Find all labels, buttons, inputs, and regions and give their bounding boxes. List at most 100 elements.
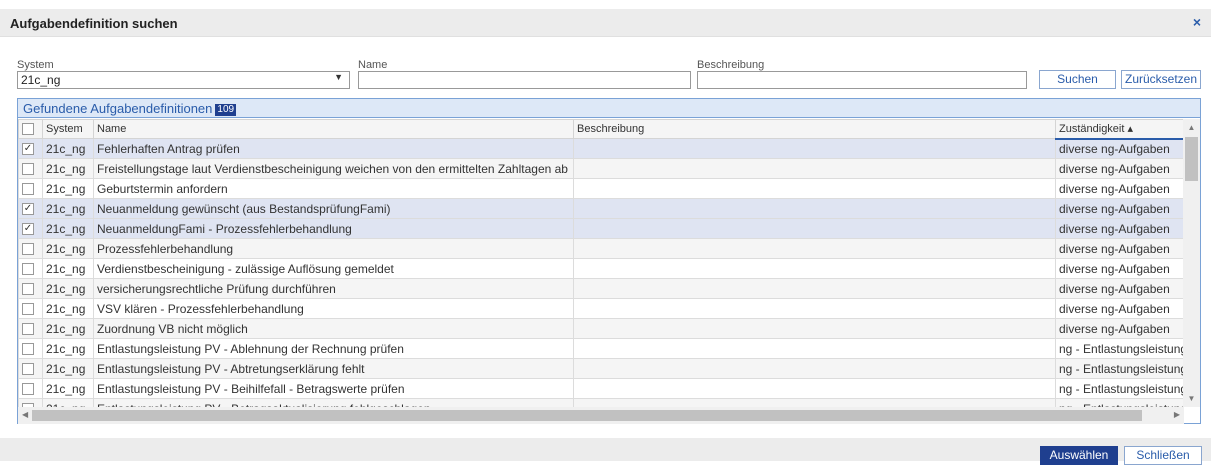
system-label: System [17, 59, 54, 71]
vertical-scroll-thumb[interactable] [1185, 137, 1198, 181]
row-description [573, 138, 1056, 159]
results-table: System Name Beschreibung Zuständigkeit ▴… [18, 119, 1184, 407]
system-select[interactable]: 21c_ng ▼ [17, 71, 350, 89]
row-system: 21c_ng [42, 278, 94, 299]
row-name: Verdienstbescheinigung - zulässige Auflö… [93, 258, 574, 279]
row-checkbox[interactable] [18, 298, 43, 319]
table-row[interactable]: 21c_ngEntlastungsleistung PV - Betragsak… [18, 398, 1184, 407]
column-header-system[interactable]: System [42, 119, 94, 139]
table-row[interactable]: 21c_ng Freistellungstage laut Verdienstbe… [18, 158, 1184, 179]
checkbox[interactable] [22, 363, 34, 376]
scroll-up-icon[interactable]: ▲ [1183, 123, 1200, 132]
select-all-checkbox[interactable] [18, 119, 43, 139]
scroll-right-icon[interactable]: ▶ [1174, 410, 1180, 419]
dialog-footer: Auswählen Schließen [0, 438, 1211, 465]
table-row[interactable]: ✓ 21c_ng Neuanmeldung gewünscht (aus Besta… [18, 198, 1184, 219]
row-name: VSV klären - Prozessfehlerbehandlung [93, 298, 574, 319]
row-system: 21c_ng [42, 378, 94, 399]
column-header-description[interactable]: Beschreibung [573, 119, 1056, 139]
search-button[interactable]: Suchen [1039, 70, 1116, 89]
table-row[interactable]: 21c_ng Geburtstermin anfordern diverse ng-… [18, 178, 1184, 199]
table-row[interactable]: 21c_ng Entlastungsleistung PV - Abtretung… [18, 358, 1184, 379]
row-system: 21c_ng [42, 298, 94, 319]
scroll-left-icon[interactable]: ◀ [22, 410, 28, 419]
table-row[interactable]: 21c_ng Prozessfehlerbehandlung diverse ng-… [18, 238, 1184, 259]
row-description [573, 198, 1056, 219]
name-label: Name [358, 59, 388, 71]
checkbox[interactable] [22, 303, 34, 316]
table-header-row: System Name Beschreibung Zuständigkeit ▴ [18, 119, 1184, 140]
row-description [573, 278, 1056, 299]
row-name: Fehlerhaften Antrag prüfen [93, 138, 574, 159]
name-input[interactable] [358, 71, 691, 89]
row-responsibility: ng - Entlastungsleistung [1055, 398, 1184, 407]
vertical-scrollbar[interactable]: ▲ ▼ [1183, 119, 1200, 407]
scroll-down-icon[interactable]: ▼ [1183, 394, 1200, 403]
row-responsibility: diverse ng-Aufgaben [1055, 138, 1184, 159]
table-row[interactable]: 21c_ng Entlastungsleistung PV - Beihilfef… [18, 378, 1184, 399]
row-checkbox[interactable] [18, 178, 43, 199]
row-checkbox[interactable] [18, 258, 43, 279]
dialog-title: Aufgabendefinition suchen [10, 16, 178, 31]
checkbox[interactable] [22, 163, 34, 176]
reset-button[interactable]: Zurücksetzen [1121, 70, 1201, 89]
checkbox-checked[interactable]: ✓ [22, 203, 34, 216]
row-responsibility: ng - Entlastungsleistung [1055, 378, 1184, 399]
checkbox-checked[interactable]: ✓ [22, 143, 34, 156]
row-checkbox[interactable]: ✓ [18, 198, 43, 219]
row-checkbox[interactable] [18, 398, 43, 407]
select-button[interactable]: Auswählen [1040, 446, 1118, 465]
checkbox[interactable] [22, 383, 34, 396]
table-row[interactable]: 21c_ng Verdienstbescheinigung - zulässige… [18, 258, 1184, 279]
row-responsibility: diverse ng-Aufgaben [1055, 238, 1184, 259]
row-checkbox[interactable] [18, 358, 43, 379]
row-checkbox[interactable]: ✓ [18, 138, 43, 159]
row-name: Entlastungsleistung PV - Beihilfefall - … [93, 378, 574, 399]
row-name: Entlastungsleistung PV - Ablehnung der R… [93, 338, 574, 359]
row-responsibility: diverse ng-Aufgaben [1055, 158, 1184, 179]
row-checkbox[interactable] [18, 158, 43, 179]
row-system: 21c_ng [42, 258, 94, 279]
row-system: 21c_ng [42, 338, 94, 359]
row-checkbox[interactable] [18, 238, 43, 259]
row-name: Prozessfehlerbehandlung [93, 238, 574, 259]
table-row[interactable]: 21c_ng Zuordnung VB nicht möglich diverse … [18, 318, 1184, 339]
row-checkbox[interactable] [18, 338, 43, 359]
row-description [573, 178, 1056, 199]
checkbox[interactable] [22, 183, 34, 196]
row-system: 21c_ng [42, 238, 94, 259]
table-row[interactable]: ✓ 21c_ng NeuanmeldungFami - Prozessfehlerb… [18, 218, 1184, 239]
row-checkbox[interactable] [18, 378, 43, 399]
row-checkbox[interactable] [18, 278, 43, 299]
checkbox-checked[interactable]: ✓ [22, 223, 34, 236]
row-system: 21c_ng [42, 198, 94, 219]
checkbox[interactable] [22, 283, 34, 296]
row-checkbox[interactable] [18, 318, 43, 339]
table-row[interactable]: ✓ 21c_ng Fehlerhaften Antrag prüfen diverse… [18, 138, 1184, 159]
row-responsibility: diverse ng-Aufgaben [1055, 258, 1184, 279]
checkbox[interactable] [22, 323, 34, 336]
checkbox[interactable] [22, 243, 34, 256]
row-name: Zuordnung VB nicht möglich [93, 318, 574, 339]
table-row[interactable]: 21c_ng VSV klären - Prozessfehlerbehandlu… [18, 298, 1184, 319]
checkbox[interactable] [22, 263, 34, 276]
row-description [573, 398, 1056, 407]
row-responsibility: ng - Entlastungsleistung [1055, 358, 1184, 379]
table-row[interactable]: 21c_ng Entlastungsleistung PV - Ablehnung… [18, 338, 1184, 359]
chevron-down-icon: ▼ [334, 72, 343, 82]
row-checkbox[interactable]: ✓ [18, 218, 43, 239]
row-responsibility: diverse ng-Aufgaben [1055, 198, 1184, 219]
table-row[interactable]: 21c_ng versicherungsrechtliche Prüfung du… [18, 278, 1184, 299]
horizontal-scroll-thumb[interactable] [32, 410, 1142, 421]
horizontal-scrollbar[interactable]: ◀ ▶ [18, 407, 1184, 424]
description-input[interactable] [697, 71, 1027, 89]
row-description [573, 158, 1056, 179]
checkbox[interactable] [22, 343, 34, 356]
row-responsibility: ng - Entlastungsleistung [1055, 338, 1184, 359]
column-header-responsibility[interactable]: Zuständigkeit ▴ [1055, 119, 1184, 140]
row-name: Neuanmeldung gewünscht (aus Bestandsprüf… [93, 198, 574, 219]
column-header-name[interactable]: Name [93, 119, 574, 139]
close-button[interactable]: Schließen [1124, 446, 1202, 465]
close-icon[interactable]: × [1193, 14, 1201, 30]
row-description [573, 338, 1056, 359]
